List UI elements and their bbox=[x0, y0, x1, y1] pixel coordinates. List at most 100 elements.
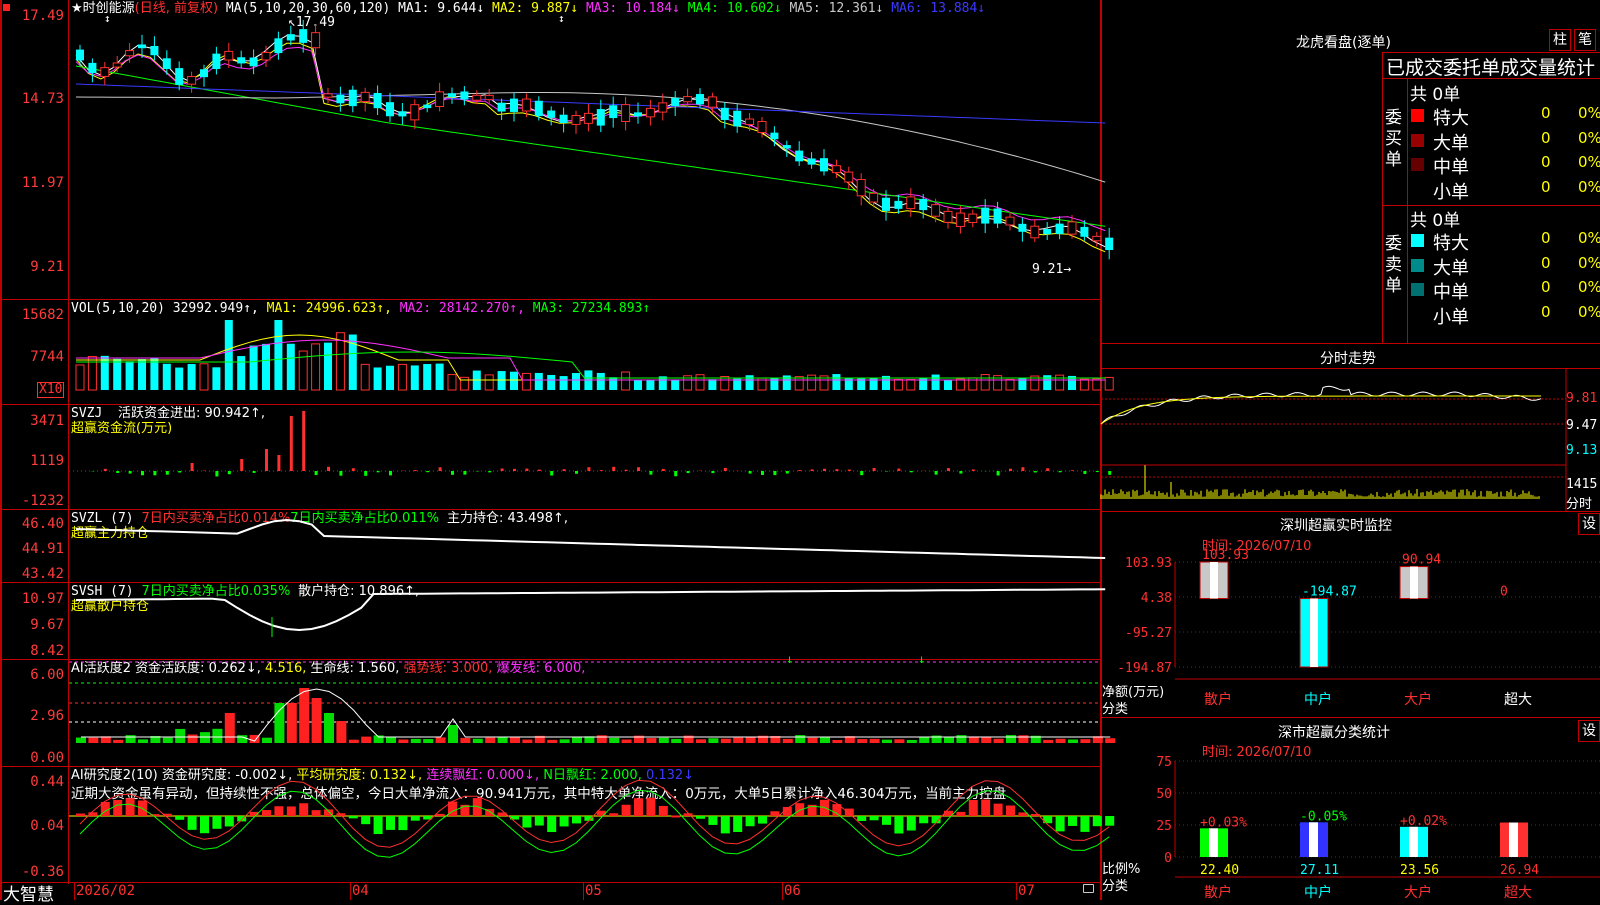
flow-bar bbox=[153, 471, 156, 475]
volume-bar-down bbox=[597, 373, 605, 390]
candlestick-chart[interactable]: ↕↕ bbox=[0, 0, 1100, 300]
flow-bar bbox=[253, 471, 256, 473]
date-label-4: 06 bbox=[784, 883, 801, 899]
order-count: 0 bbox=[1541, 278, 1551, 296]
flow-bar bbox=[897, 469, 900, 471]
volume-bar-down bbox=[932, 375, 940, 390]
candle-body-down bbox=[386, 102, 394, 116]
order-count: 0 bbox=[1541, 153, 1551, 171]
class-bar-highlight bbox=[1509, 823, 1518, 857]
volume-bar-down bbox=[832, 374, 840, 390]
retail-holding-chart[interactable] bbox=[0, 582, 1100, 660]
candle-body-up bbox=[832, 166, 840, 173]
order-color-swatch bbox=[1411, 308, 1424, 321]
order-count: 0 bbox=[1541, 104, 1551, 122]
volume-bar-down bbox=[374, 367, 382, 390]
activity-bar bbox=[212, 729, 222, 743]
flow-bar bbox=[352, 468, 355, 471]
volume-bar-down bbox=[150, 358, 158, 390]
candle-body-down bbox=[374, 93, 382, 108]
flow-bar bbox=[339, 471, 342, 476]
volume-bar-up bbox=[522, 373, 530, 390]
sell-total: 共 0单 bbox=[1410, 206, 1460, 231]
flow-bar bbox=[749, 471, 752, 474]
research-bar bbox=[634, 798, 643, 816]
activity-bar bbox=[175, 729, 185, 743]
class-category-label: 大户 bbox=[1404, 884, 1432, 901]
order-color-swatch bbox=[1411, 183, 1424, 196]
volume-bar-up bbox=[448, 375, 456, 390]
order-count: 0 bbox=[1541, 129, 1551, 147]
flow-bar bbox=[823, 469, 826, 471]
candle-body-up bbox=[584, 113, 592, 123]
flow-bar bbox=[166, 471, 169, 475]
candle-body-up bbox=[1068, 222, 1076, 234]
research-chart[interactable] bbox=[0, 766, 1100, 883]
volume-chart[interactable] bbox=[0, 300, 1100, 405]
candle-body-down bbox=[398, 111, 406, 116]
activity-bar bbox=[981, 737, 991, 743]
flow-bar bbox=[191, 463, 194, 471]
class-value-label: 23.56 bbox=[1400, 863, 1439, 878]
research-bar bbox=[262, 810, 271, 816]
flow-bar bbox=[1096, 471, 1099, 472]
candle-body-down bbox=[733, 111, 741, 127]
candle-body-down bbox=[696, 94, 704, 104]
candle-body-down bbox=[250, 58, 258, 67]
ratio-bar-chart[interactable]: 7550250+0.03%22.40散户-0.05%27.11中户+0.02%2… bbox=[1100, 717, 1600, 900]
research-bar bbox=[857, 816, 866, 821]
candle-body-down bbox=[138, 44, 146, 48]
volume-bar-down bbox=[138, 359, 146, 390]
net-amount-bar-chart[interactable]: 103.934.38-95.27-194.87103.93散户-194.87中户… bbox=[1100, 512, 1600, 712]
intraday-chart[interactable] bbox=[1101, 369, 1566, 511]
class-tick-4: 0 bbox=[1164, 851, 1172, 866]
activity-bar bbox=[708, 738, 718, 743]
research-bar bbox=[398, 816, 407, 830]
research-bar bbox=[560, 816, 569, 826]
main-holding-chart[interactable] bbox=[0, 509, 1100, 583]
research-bar bbox=[436, 814, 445, 816]
candle-body-up bbox=[1093, 236, 1101, 240]
research-bar bbox=[200, 816, 209, 833]
monitor-bar-highlight bbox=[1310, 599, 1318, 667]
activity-bar bbox=[436, 737, 446, 743]
sell-side-label: 委卖单 bbox=[1385, 234, 1403, 297]
flow-bar bbox=[1059, 471, 1062, 472]
volume-bar-up bbox=[361, 364, 369, 390]
flow-bar bbox=[439, 467, 442, 471]
activity-bar bbox=[299, 688, 309, 743]
flow-bar bbox=[1071, 470, 1074, 471]
volume-bar-down bbox=[126, 361, 134, 390]
bar-view-button[interactable]: 柱 bbox=[1549, 29, 1571, 51]
candle-body-up bbox=[758, 122, 766, 133]
candle-body-down bbox=[510, 99, 518, 112]
candle-body-up bbox=[361, 92, 369, 101]
intraday-price-line bbox=[1101, 386, 1541, 424]
candle-body-up bbox=[708, 97, 716, 107]
flow-bar bbox=[178, 471, 181, 473]
order-percent: 0% bbox=[1578, 229, 1600, 247]
date-label-5: 07 bbox=[1018, 883, 1035, 899]
research-bar bbox=[126, 798, 135, 816]
volume-bar-down bbox=[1043, 375, 1051, 390]
volume-bar-down bbox=[708, 379, 716, 390]
candle-body-down bbox=[448, 93, 456, 97]
lock-icon[interactable] bbox=[1083, 884, 1094, 893]
activity-bar bbox=[721, 739, 731, 743]
tick-view-button[interactable]: 笔 bbox=[1574, 29, 1596, 51]
order-count: 0 bbox=[1541, 178, 1551, 196]
order-color-swatch bbox=[1411, 109, 1424, 122]
volume-bar-down bbox=[436, 364, 444, 390]
candle-body-down bbox=[783, 145, 791, 148]
activity-chart[interactable]: ↓↓ bbox=[0, 659, 1100, 766]
activity-bar bbox=[448, 725, 458, 743]
fund-flow-chart[interactable] bbox=[0, 404, 1100, 509]
flow-bar bbox=[873, 468, 876, 471]
volume-bar-up bbox=[795, 377, 803, 390]
candle-body-up bbox=[436, 92, 444, 107]
research-bar bbox=[113, 800, 122, 816]
volume-bar-down bbox=[212, 367, 220, 390]
candle-body-down bbox=[808, 158, 816, 164]
order-color-swatch bbox=[1411, 259, 1424, 272]
research-bar bbox=[1068, 816, 1077, 826]
